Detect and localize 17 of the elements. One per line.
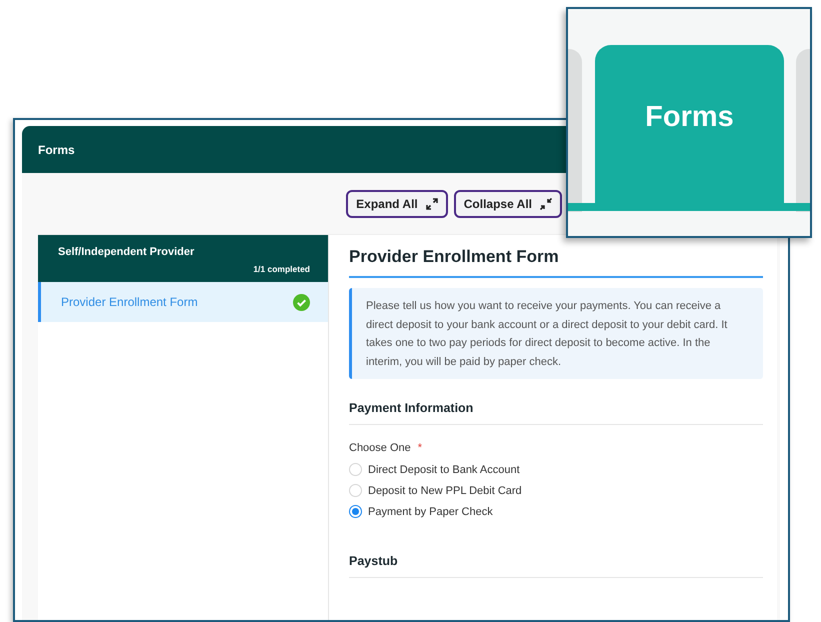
section-heading: Paystub xyxy=(349,554,763,578)
collapse-all-button[interactable]: Collapse All xyxy=(454,190,562,218)
option-label[interactable]: Direct Deposit to Bank Account xyxy=(368,464,520,476)
expand-all-button[interactable]: Expand All xyxy=(346,190,448,218)
collapse-arrows-icon xyxy=(540,198,552,210)
group-title: Self/Independent Provider xyxy=(58,246,196,258)
option-label[interactable]: Deposit to New PPL Debit Card xyxy=(368,484,522,496)
form-title: Provider Enrollment Form xyxy=(349,247,763,278)
expand-arrows-icon xyxy=(426,198,438,210)
progress-label: 1/1 completed xyxy=(253,264,310,274)
required-mark: * xyxy=(418,442,422,454)
section-heading: Payment Information xyxy=(349,401,763,425)
question-label: Choose One xyxy=(349,442,411,454)
info-notice: Please tell us how you want to receive your payments. You can receive a direct deposit to your bank account or a direct deposit to your debit card. It takes one to two pay periods for direct deposit to become active. In the interim, you will be paid by paper check. xyxy=(349,288,763,379)
radio-button[interactable] xyxy=(349,505,362,518)
option-label[interactable]: Payment by Paper Check xyxy=(368,506,493,518)
window-title: Forms xyxy=(38,142,75,156)
